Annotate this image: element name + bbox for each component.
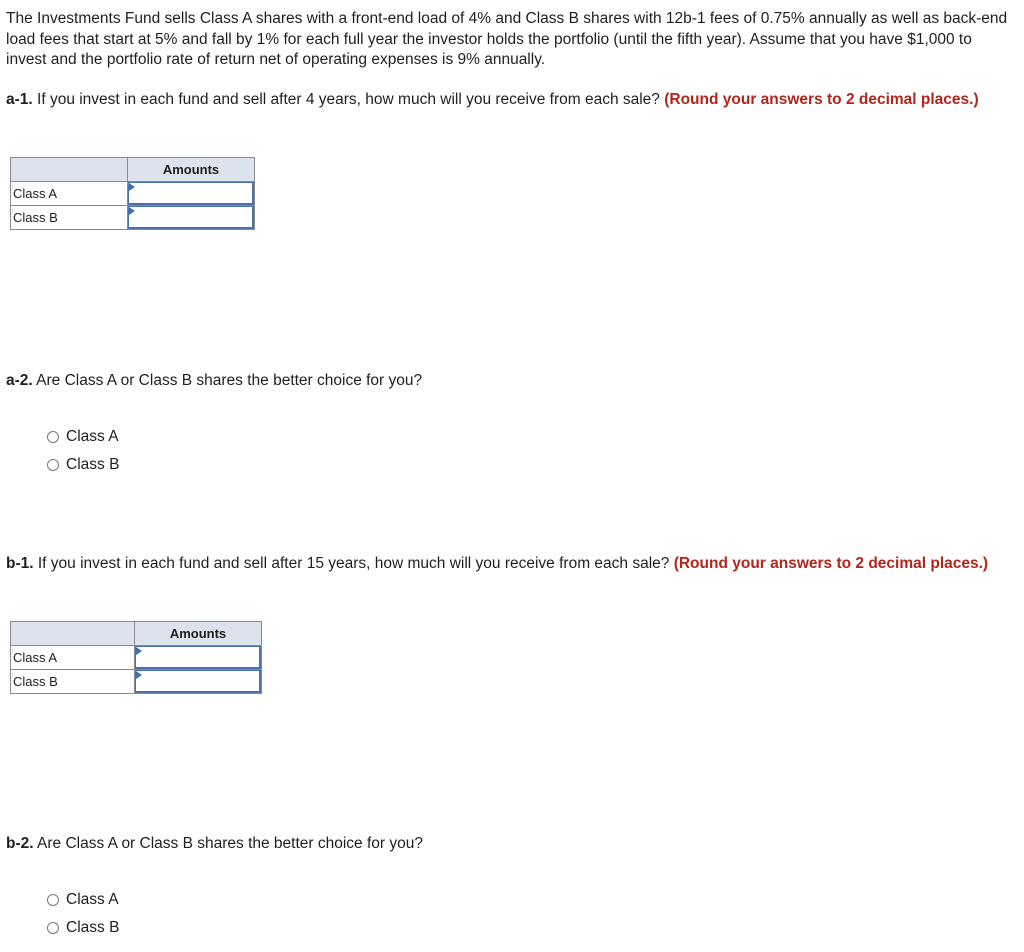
question-b2: b-2. Are Class A or Class B shares the b… (6, 834, 1016, 855)
table-row: Class B (10, 669, 262, 694)
answer-table-a1: Amounts Class A Class B (10, 157, 255, 230)
question-a2: a-2. Are Class A or Class B shares the b… (6, 371, 1016, 392)
row-label-class-a: Class A (10, 181, 128, 206)
amounts-header: Amounts (134, 621, 262, 646)
input-marker-icon (129, 207, 135, 215)
question-b1-label: b-1. (6, 555, 34, 572)
b2-option-class-a[interactable]: Class A (47, 891, 119, 909)
option-label: Class A (66, 891, 119, 908)
option-label: Class A (66, 428, 119, 445)
a1-class-a-amount-input[interactable] (128, 182, 254, 205)
radio-button-icon[interactable] (47, 922, 59, 934)
row-label-class-a: Class A (10, 645, 135, 670)
question-b2-label: b-2. (6, 835, 34, 852)
input-marker-icon (129, 183, 135, 191)
radio-button-icon[interactable] (47, 459, 59, 471)
option-label: Class B (66, 456, 120, 473)
a2-option-class-a[interactable]: Class A (47, 428, 119, 446)
question-a1-label: a-1. (6, 91, 33, 108)
question-a1-instruction: (Round your answers to 2 decimal places.… (664, 91, 979, 108)
table-corner-header (10, 157, 128, 182)
b1-class-b-amount-input[interactable] (135, 670, 261, 693)
table-row: Class B (10, 205, 255, 230)
question-b1: b-1. If you invest in each fund and sell… (6, 554, 1016, 575)
question-b1-instruction: (Round your answers to 2 decimal places.… (673, 555, 989, 572)
question-b1-text: If you invest in each fund and sell afte… (33, 555, 674, 572)
input-marker-icon (136, 647, 142, 655)
amount-cell (134, 669, 262, 694)
question-a2-text: Are Class A or Class B shares the better… (32, 372, 423, 389)
amount-cell (127, 181, 255, 206)
row-label-class-b: Class B (10, 205, 128, 230)
question-a1: a-1. If you invest in each fund and sell… (6, 90, 1016, 111)
table-row: Class A (10, 181, 255, 206)
amount-cell (134, 645, 262, 670)
question-a2-label: a-2. (6, 372, 33, 389)
problem-intro: The Investments Fund sells Class A share… (6, 10, 1008, 68)
amount-cell (127, 205, 255, 230)
a2-option-class-b[interactable]: Class B (47, 456, 119, 474)
a1-class-b-amount-input[interactable] (128, 206, 254, 229)
b2-option-class-b[interactable]: Class B (47, 919, 119, 937)
option-label: Class B (66, 919, 120, 936)
row-label-class-b: Class B (10, 669, 135, 694)
question-a1-text: If you invest in each fund and sell afte… (32, 91, 665, 108)
radio-button-icon[interactable] (47, 431, 59, 443)
question-b2-text: Are Class A or Class B shares the better… (33, 835, 423, 852)
input-marker-icon (136, 671, 142, 679)
amounts-header: Amounts (127, 157, 255, 182)
table-row: Class A (10, 645, 262, 670)
b1-class-a-amount-input[interactable] (135, 646, 261, 669)
table-corner-header (10, 621, 135, 646)
radio-button-icon[interactable] (47, 894, 59, 906)
answer-table-b1: Amounts Class A Class B (10, 621, 262, 694)
